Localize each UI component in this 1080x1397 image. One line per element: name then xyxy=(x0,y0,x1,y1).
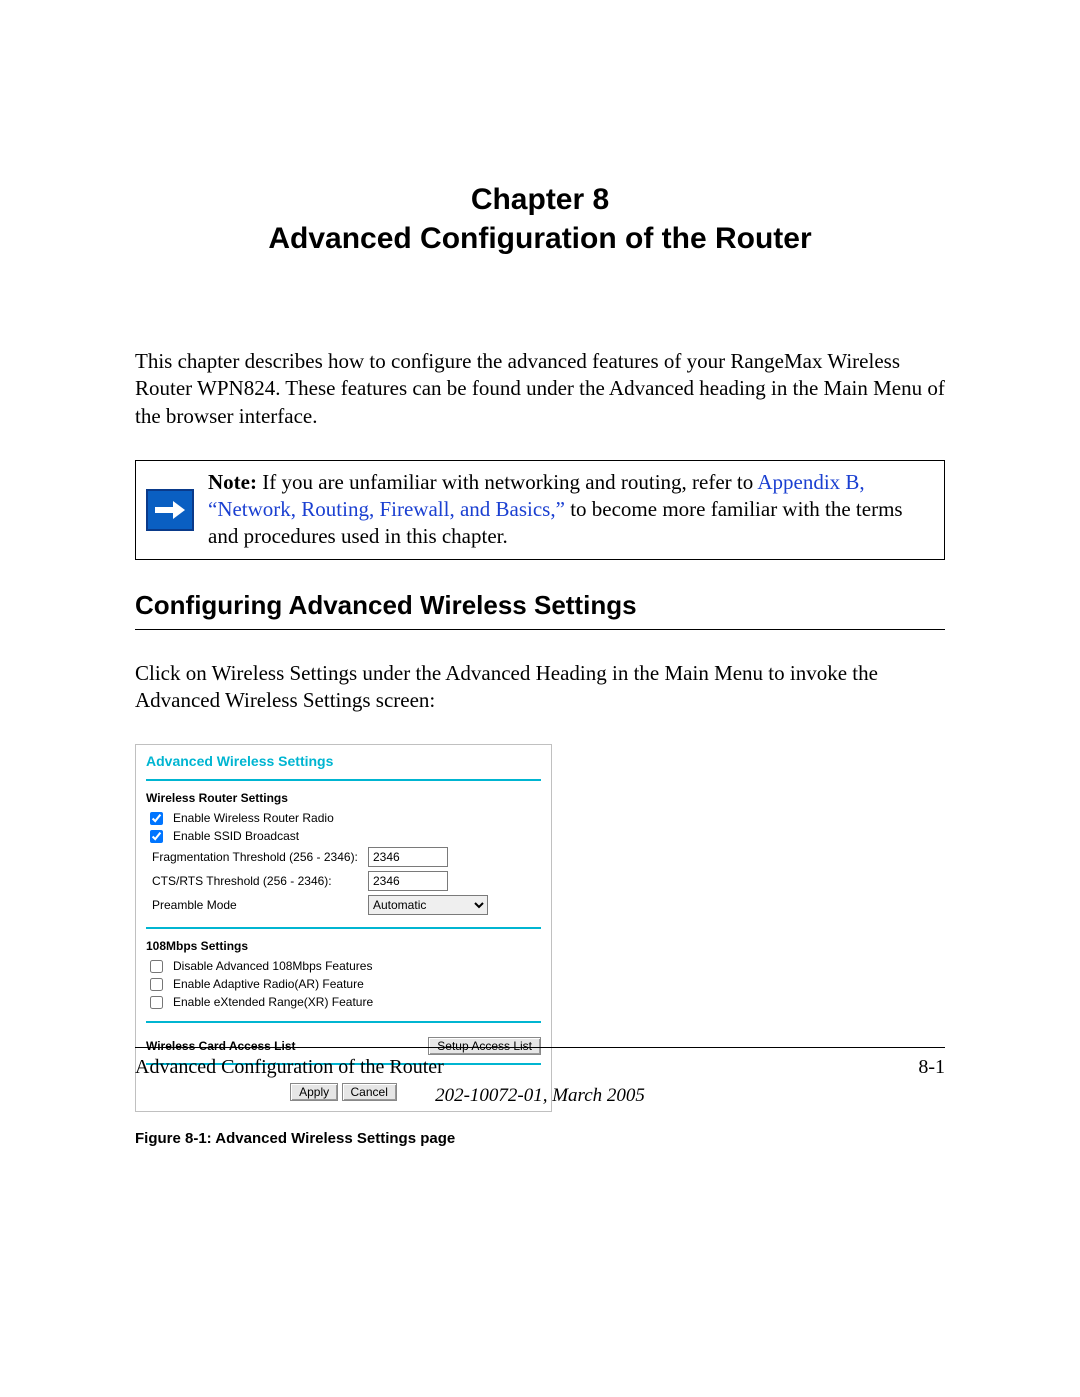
ctsrts-input[interactable] xyxy=(368,871,448,891)
intro-paragraph: This chapter describes how to configure … xyxy=(135,348,945,430)
note-text: Note: If you are unfamiliar with network… xyxy=(204,461,944,559)
screenshot-separator-2 xyxy=(146,927,541,929)
disable-108-label: Disable Advanced 108Mbps Features xyxy=(173,959,541,973)
enable-radio-label: Enable Wireless Router Radio xyxy=(173,811,541,825)
arrow-right-icon xyxy=(146,489,194,531)
xr-label: Enable eXtended Range(XR) Feature xyxy=(173,995,541,1009)
note-before-link: If you are unfamiliar with networking an… xyxy=(262,470,757,494)
chapter-title: Advanced Configuration of the Router xyxy=(135,219,945,258)
ctsrts-label: CTS/RTS Threshold (256 - 2346): xyxy=(146,874,362,888)
chapter-heading: Chapter 8 Advanced Configuration of the … xyxy=(135,180,945,258)
section-heading: Configuring Advanced Wireless Settings xyxy=(135,590,945,621)
preamble-select[interactable]: Automatic xyxy=(368,895,488,915)
disable-108-checkbox[interactable] xyxy=(150,960,163,973)
figure-caption: Figure 8-1: Advanced Wireless Settings p… xyxy=(135,1130,945,1147)
108mbps-heading: 108Mbps Settings xyxy=(146,939,541,953)
footer-rule xyxy=(135,1047,945,1048)
footer-doc-id: 202-10072-01, March 2005 xyxy=(135,1085,945,1107)
note-box: Note: If you are unfamiliar with network… xyxy=(135,460,945,560)
enable-radio-checkbox[interactable] xyxy=(150,812,163,825)
screenshot-separator xyxy=(146,779,541,781)
fragmentation-label: Fragmentation Threshold (256 - 2346): xyxy=(146,850,362,864)
note-prefix: Note: xyxy=(208,470,262,494)
screenshot-title: Advanced Wireless Settings xyxy=(146,753,541,779)
preamble-label: Preamble Mode xyxy=(146,898,362,912)
footer-right: 8-1 xyxy=(918,1056,945,1079)
wireless-router-settings-heading: Wireless Router Settings xyxy=(146,791,541,805)
adaptive-radio-label: Enable Adaptive Radio(AR) Feature xyxy=(173,977,541,991)
screenshot-separator-3 xyxy=(146,1021,541,1023)
enable-ssid-label: Enable SSID Broadcast xyxy=(173,829,541,843)
xr-checkbox[interactable] xyxy=(150,996,163,1009)
adaptive-radio-checkbox[interactable] xyxy=(150,978,163,991)
note-icon-cell xyxy=(136,461,204,559)
enable-ssid-checkbox[interactable] xyxy=(150,830,163,843)
section-paragraph: Click on Wireless Settings under the Adv… xyxy=(135,660,945,715)
page-footer: Advanced Configuration of the Router 8-1… xyxy=(135,1047,945,1107)
fragmentation-input[interactable] xyxy=(368,847,448,867)
section-rule xyxy=(135,629,945,630)
footer-left: Advanced Configuration of the Router xyxy=(135,1056,444,1079)
chapter-label: Chapter 8 xyxy=(135,180,945,219)
